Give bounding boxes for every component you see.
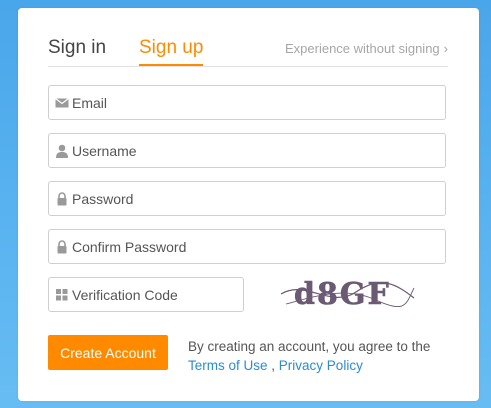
privacy-policy-link[interactable]: Privacy Policy [279,358,363,373]
terms-notice: By creating an account, you agree to the… [188,337,458,375]
lock-icon [57,192,67,206]
password-field[interactable] [48,181,446,216]
confirm-password-field[interactable] [48,229,446,264]
username-input[interactable] [72,134,440,167]
auth-tabs: Sign in Sign up Experience without signi… [48,34,448,67]
verification-code-input[interactable] [72,278,238,311]
guest-link-label: Experience without signing [285,41,440,56]
confirm-password-input[interactable] [72,230,440,263]
lock-icon [57,240,67,254]
password-input[interactable] [72,182,440,215]
envelope-icon [55,98,69,108]
user-icon [56,144,68,158]
email-input[interactable] [72,86,440,119]
terms-prefix: By creating an account, you agree to the [188,339,431,354]
email-field[interactable] [48,85,446,120]
username-field[interactable] [48,133,446,168]
terms-of-use-link[interactable]: Terms of Use [188,358,268,373]
signup-card: Sign in Sign up Experience without signi… [18,8,479,401]
experience-without-signing-link[interactable]: Experience without signing › [285,41,448,56]
chevron-right-icon: › [443,41,448,56]
tab-sign-in[interactable]: Sign in [48,36,106,60]
tab-sign-up[interactable]: Sign up [139,36,204,66]
grid-icon [56,289,68,301]
captcha-text: d8GF [294,277,391,312]
verification-code-field[interactable] [48,277,244,312]
captcha-image[interactable]: d8GF [276,274,416,314]
terms-separator: , [267,358,279,373]
create-account-button[interactable]: Create Account [48,335,168,370]
